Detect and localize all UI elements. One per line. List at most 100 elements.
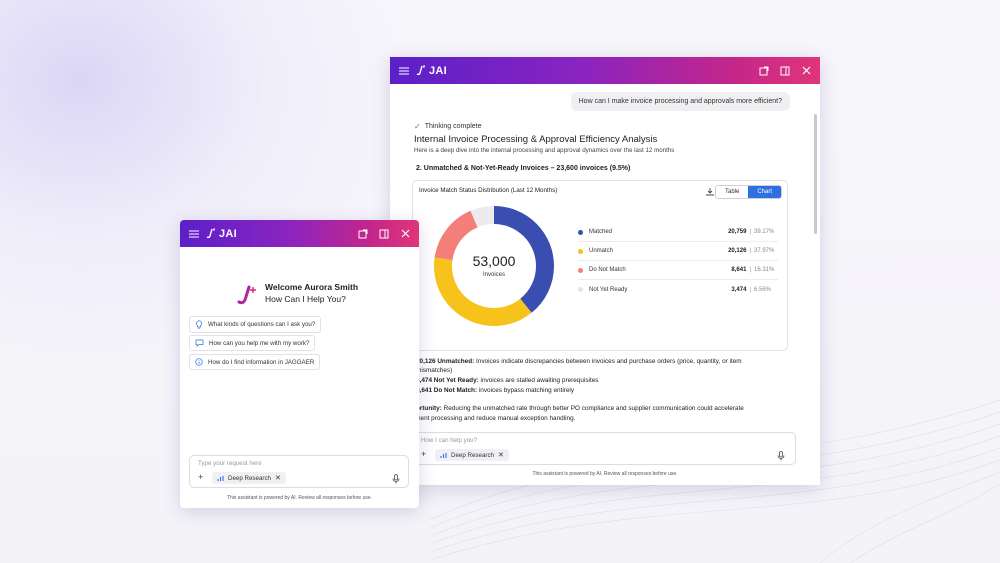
deep-research-chip[interactable]: Deep Research ✕ [212,472,286,484]
ai-disclaimer: This assistant is powered by AI. Review … [226,495,373,501]
title-bar: JAI [390,57,820,84]
toggle-chart-button[interactable]: Chart [748,186,782,198]
legend-label: Unmatch [589,248,614,254]
suggestion-find-info[interactable]: How do I find information in JAGGAER [189,354,321,370]
chat-input[interactable]: Type your request here + Deep Research ✕ [189,455,409,488]
thinking-status-label: Thinking complete [424,123,482,130]
response-subtitle: Here is a deep dive into the internal pr… [414,147,675,154]
welcome-line-2: How Can I Help You? [265,294,346,304]
bullet-bold: 20,126 Unmatched: [416,358,475,365]
bullet-unmatched-cont: mismatches) [416,366,776,375]
open-external-icon[interactable] [758,65,770,77]
legend-label: Do Not Match [589,267,626,273]
donut-center-label: Invoices [483,272,505,278]
microphone-icon[interactable] [392,474,400,484]
bullet-bold: 8,641 Do Not Match: [416,387,478,394]
user-message: How can I make invoice processing and ap… [570,92,790,111]
section-heading: 2. Unmatched & Not-Yet-Ready Invoices – … [416,165,631,172]
welcome-line-1: Welcome Aurora Smith [265,282,359,292]
panel-toggle-icon[interactable] [779,65,791,77]
donut-chart: 53,000 Invoices [434,206,554,326]
chart-bars-icon [217,475,224,481]
panel-toggle-icon[interactable] [378,228,390,240]
chart-card: Invoice Match Status Distribution (Last … [412,180,788,351]
chat-icon [195,339,204,347]
conversation-area: How can I make invoice processing and ap… [390,84,820,485]
legend-row-unmatch[interactable]: Unmatch 20,126 | 37.97% [578,242,778,261]
hamburger-menu-icon[interactable] [188,228,200,240]
download-icon[interactable] [705,187,715,197]
bullet-bold: 3,474 Not Yet Ready: [416,377,479,384]
legend-divider: | [749,229,751,235]
suggestion-questions[interactable]: What kinds of questions can I ask you? [189,316,322,333]
legend-value: 20,126 [728,248,747,254]
chip-label: Deep Research [451,451,494,459]
scrollbar[interactable] [814,114,817,234]
close-icon[interactable] [800,65,812,77]
opportunity-paragraph: portunity: Reducing the unmatched rate t… [412,404,782,423]
legend-divider: | [749,286,751,293]
app-brand: JAI [416,65,447,77]
suggestion-help-work[interactable]: How can you help me with my work? [189,335,316,351]
opportunity-text: Reducing the unmatched rate through bett… [441,405,744,412]
chip-label: Deep Research [228,474,271,482]
ai-disclaimer: This assistant is powered by AI. Review … [532,471,678,477]
assistant-window-compact: JAI Welcome Aurora Smith How Can I Help … [180,220,419,508]
bullet-do-not-match: 8,641 Do Not Match: invoices bypass matc… [416,386,776,395]
lightbulb-icon [196,320,202,329]
chart-title: Invoice Match Status Distribution (Last … [419,187,558,194]
open-external-icon[interactable] [357,228,369,240]
legend-value: 3,474 [731,286,747,293]
app-brand: JAI [206,228,237,240]
legend-row-not-yet-ready[interactable]: Not Yet Ready 3,474 | 6.56% [578,280,778,299]
chat-input[interactable]: How I can help you? + Deep Research ✕ [412,432,796,465]
deep-research-chip[interactable]: Deep Research ✕ [435,449,509,461]
legend-percent: 6.56% [754,286,772,293]
chart-bars-icon [440,452,447,458]
add-icon[interactable]: + [198,472,203,482]
jai-logo-icon [416,65,426,76]
legend-swatch [578,287,583,292]
response-title: Internal Invoice Processing & Approval E… [414,134,658,145]
add-icon[interactable]: + [421,449,426,459]
legend-row-matched[interactable]: Matched 20,759 | 39.17% [578,223,778,242]
legend-value: 20,759 [728,229,747,235]
thinking-status[interactable]: ✓ Thinking complete [414,122,482,131]
chat-input-placeholder: How I can help you? [421,437,478,444]
brand-name: JAI [429,64,448,77]
welcome-area: Welcome Aurora Smith How Can I Help You?… [180,247,419,508]
chart-legend: Matched 20,759 | 39.17% Unmatch 20,126 | 37.97%… [578,223,778,299]
suggestion-label: What kinds of questions can I ask you? [208,321,316,328]
legend-swatch [578,248,583,254]
legend-swatch [578,229,583,235]
jai-logo-icon [206,228,216,239]
bullet-text: invoices bypass matching entirely [477,387,575,394]
jai-logo-icon [237,285,256,305]
remove-chip-icon[interactable]: ✕ [498,451,504,459]
assistant-window-expanded: JAI How can I make invoice processing an… [390,57,820,485]
checkmark-icon: ✓ [414,122,421,131]
bullet-unmatched: 20,126 Unmatched: Invoices indicate disc… [416,357,776,366]
close-icon[interactable] [399,228,411,240]
legend-swatch [578,267,583,273]
legend-percent: 16.31% [754,267,775,273]
legend-divider: | [749,267,751,273]
suggestion-label: How do I find information in JAGGAER [208,358,315,366]
bullet-text: mismatches) [416,367,453,374]
welcome-message: Welcome Aurora Smith How Can I Help You? [265,281,358,305]
opportunity-text-2: yment processing and reduce manual excep… [412,414,576,422]
title-bar: JAI [180,220,419,247]
donut-center-value: 53,000 [473,253,516,269]
legend-label: Not Yet Ready [589,286,628,293]
bullet-text: invoices are stalled awaiting prerequisi… [478,377,599,384]
bullet-not-yet-ready: 3,474 Not Yet Ready: invoices are stalle… [416,376,776,385]
microphone-icon[interactable] [777,451,785,461]
legend-percent: 37.97% [754,248,775,254]
hamburger-menu-icon[interactable] [398,65,410,77]
legend-divider: | [749,248,751,254]
remove-chip-icon[interactable]: ✕ [275,474,281,482]
toggle-table-button[interactable]: Table [716,186,749,198]
legend-row-do-not-match[interactable]: Do Not Match 8,641 | 16.31% [578,261,778,280]
info-icon [195,358,203,366]
legend-value: 8,641 [731,267,747,273]
